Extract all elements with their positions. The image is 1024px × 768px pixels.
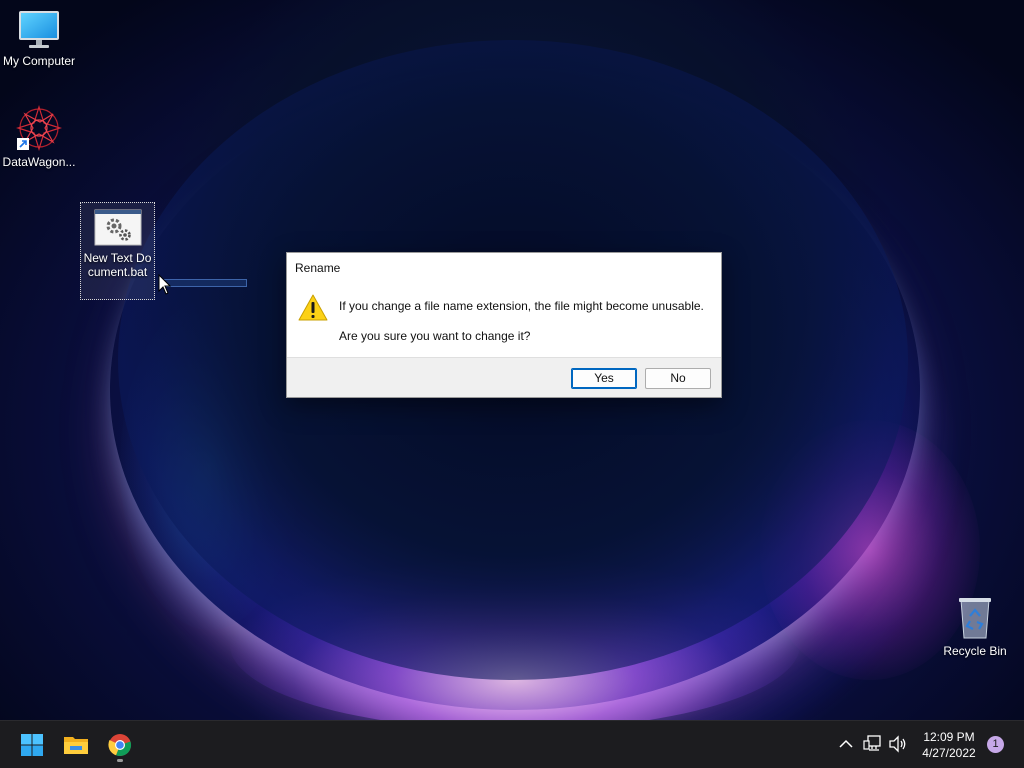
warning-icon: [298, 294, 328, 321]
desktop-icon-label: DataWagon...: [2, 155, 76, 169]
chrome-button[interactable]: [104, 729, 136, 761]
desktop-icon-my-computer[interactable]: My Computer: [0, 8, 78, 68]
drag-selection-bar: [160, 279, 247, 287]
desktop-icon-batch-file[interactable]: New Text Document.bat: [80, 202, 155, 300]
network-icon[interactable]: [863, 735, 883, 753]
clock-date: 4/27/2022: [922, 746, 976, 760]
mouse-cursor-icon: [158, 274, 172, 295]
desktop-icon-label: My Computer: [2, 54, 76, 68]
desktop-icon-label: New Text Document.bat: [83, 251, 152, 279]
batch-file-gears-icon: [94, 209, 141, 246]
chevron-up-icon[interactable]: [838, 736, 854, 752]
file-explorer-icon: [64, 737, 88, 754]
start-icon: [21, 734, 43, 756]
monitor-icon: [19, 11, 59, 48]
dialog-message-warning: If you change a file name extension, the…: [339, 299, 704, 313]
taskbar-clock[interactable]: 12:09 PM 4/27/2022: [914, 729, 984, 761]
desktop-icon-label: Recycle Bin: [943, 644, 1007, 658]
datawagon-logo-icon: [16, 105, 62, 151]
start-button[interactable]: [16, 729, 48, 761]
volume-icon[interactable]: [888, 735, 908, 753]
notification-badge[interactable]: 1: [987, 736, 1004, 753]
rename-dialog: Rename If you change a file name extensi…: [286, 252, 722, 398]
recycle-bin-icon: [959, 598, 991, 639]
desktop-icon-datawagon[interactable]: DataWagon...: [0, 105, 78, 169]
dialog-title: Rename: [295, 261, 341, 275]
desktop-icon-recycle-bin[interactable]: Recycle Bin: [936, 596, 1014, 658]
no-button[interactable]: No: [645, 368, 711, 389]
dialog-message-question: Are you sure you want to change it?: [339, 329, 531, 343]
chrome-icon: [108, 734, 132, 756]
dialog-button-bar: Yes No: [287, 357, 721, 397]
clock-time: 12:09 PM: [923, 730, 975, 744]
chrome-running-indicator: [117, 759, 123, 762]
file-explorer-button[interactable]: [60, 729, 92, 761]
yes-button[interactable]: Yes: [571, 368, 637, 389]
